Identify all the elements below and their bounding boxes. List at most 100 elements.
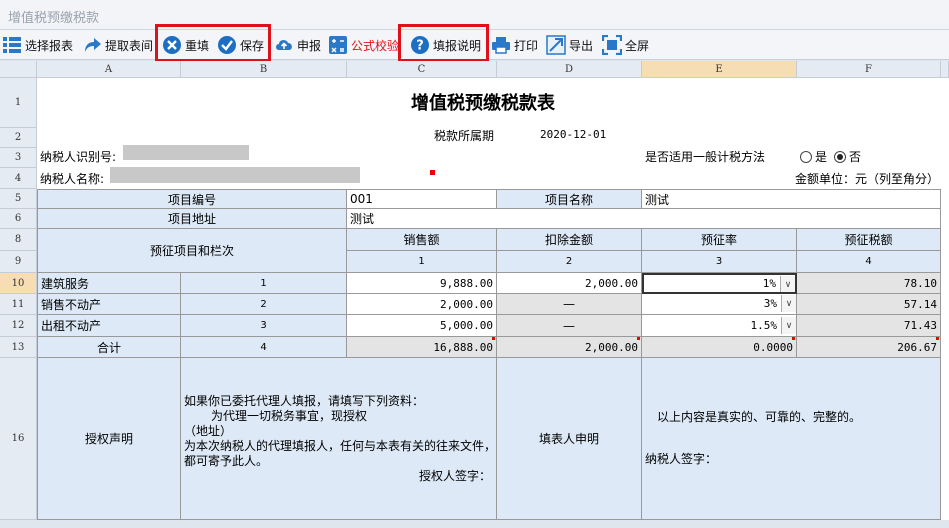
row-header-10[interactable]: 10: [0, 273, 37, 294]
select-form-button[interactable]: 选择报表: [2, 33, 73, 57]
refill-button[interactable]: 重填: [162, 33, 209, 57]
unit-label: 金额单位：元（列至角分）: [795, 172, 940, 186]
taxpayer-id-label: 纳税人识别号:: [40, 150, 117, 164]
project-address-label: 项目地址: [37, 209, 347, 229]
row-header-9[interactable]: 9: [0, 251, 37, 273]
row-header-5[interactable]: 5: [0, 189, 37, 209]
project-no-value[interactable]: 001: [347, 189, 497, 209]
general-method-label: 是否适用一般计税方法: [645, 150, 766, 164]
taxpayer-name-redacted: [110, 167, 360, 183]
rate-construction-value: 1%: [762, 277, 776, 290]
tax-construction: 78.10: [797, 273, 941, 294]
filer-statement-cell: 以上内容是真实的、可靠的、完整的。 纳税人签字：: [642, 358, 941, 520]
filer-label: 填表人申明: [497, 358, 642, 520]
deduct-realestate-rent: —: [497, 315, 642, 337]
total-no: 4: [181, 337, 347, 358]
auth-statement: 如果你已委托代理人填报，请填写下列资料： 为代理一切税务事宜，现授权 （地址） …: [181, 358, 497, 520]
cell-marker: [792, 337, 795, 340]
general-method-radio-no[interactable]: 否: [834, 148, 861, 165]
form-title: 增值税预缴税款表: [411, 93, 555, 114]
chevron-down-icon[interactable]: ∨: [780, 276, 795, 292]
declare-label: 申报: [297, 38, 322, 53]
total-label: 合计: [37, 337, 181, 358]
general-method-radio-yes[interactable]: 是: [800, 148, 827, 165]
formula-check-label: 公式校验: [351, 38, 400, 53]
chevron-down-icon[interactable]: ∨: [781, 317, 796, 334]
project-name-value[interactable]: 测试: [642, 189, 941, 209]
toolbar: 选择报表 提取表间 重填 保存 申报 公式校验 ? 填报说明 打印 导出 全屏: [0, 24, 949, 62]
list-icon: [3, 37, 21, 53]
cell-marker: [637, 337, 640, 340]
column-header-d[interactable]: D: [497, 61, 642, 78]
row-header-13[interactable]: 13: [0, 337, 37, 358]
rate-realestate-sale-select[interactable]: 3% ∨: [642, 294, 797, 315]
col-tax-header: 预征税额: [797, 229, 941, 251]
auth-label: 授权声明: [37, 358, 181, 520]
column-header-a[interactable]: A: [37, 61, 181, 78]
item-no-realestate-sale: 2: [181, 294, 347, 315]
item-name-realestate-sale: 销售不动产: [37, 294, 181, 315]
formula-check-button[interactable]: 公式校验: [328, 33, 399, 57]
sales-realestate-rent-input[interactable]: 5,000.00: [347, 315, 497, 337]
rate-construction-select[interactable]: 1% ∨: [642, 273, 797, 294]
fill-guide-label: 填报说明: [433, 38, 482, 53]
svg-text:?: ?: [416, 39, 424, 54]
column-header-e[interactable]: E: [642, 61, 797, 78]
column-header-b[interactable]: B: [181, 61, 347, 78]
item-no-realestate-rent: 3: [181, 315, 347, 337]
spreadsheet-grid: A B C D E F 1 2 3 4 5 6 8 9 10 11 12 13 …: [0, 61, 949, 528]
auth-line-2: 为代理一切税务事宜，现授权: [211, 409, 368, 423]
col-deduct-header: 扣除金额: [497, 229, 642, 251]
declare-button[interactable]: 申报: [274, 33, 321, 57]
fullscreen-label: 全屏: [625, 38, 650, 53]
row-header-11[interactable]: 11: [0, 294, 37, 315]
column-header-c[interactable]: C: [347, 61, 497, 78]
row-header-12[interactable]: 12: [0, 315, 37, 337]
radio-yes-label: 是: [815, 150, 828, 164]
row-header-8[interactable]: 8: [0, 229, 37, 251]
cell-marker: [936, 337, 939, 340]
save-button[interactable]: 保存: [217, 33, 264, 57]
export-button[interactable]: 导出: [546, 33, 593, 57]
calculator-icon: [329, 36, 347, 54]
radio-no-label: 否: [849, 150, 862, 164]
column-header-f[interactable]: F: [797, 61, 941, 78]
rate-realestate-sale-value: 3%: [763, 297, 777, 310]
period-value[interactable]: 2020-12-01: [540, 128, 606, 141]
row-header-4[interactable]: 4: [0, 168, 37, 189]
rate-realestate-rent-select[interactable]: 1.5% ∨: [642, 315, 797, 337]
print-button[interactable]: 打印: [491, 33, 538, 57]
printer-icon: [492, 37, 510, 54]
deduct-construction-input[interactable]: 2,000.00: [497, 273, 642, 294]
cell-marker: [430, 170, 435, 175]
auth-line-1: 如果你已委托代理人填报，请填写下列资料：: [184, 394, 425, 408]
row-header-3[interactable]: 3: [0, 148, 37, 168]
row-header-6[interactable]: 6: [0, 209, 37, 229]
export-label: 导出: [569, 38, 594, 53]
sales-construction-input[interactable]: 9,888.00: [347, 273, 497, 294]
sales-realestate-sale-input[interactable]: 2,000.00: [347, 294, 497, 315]
share-arrow-icon: [85, 38, 101, 52]
corner-select-all[interactable]: [0, 61, 37, 78]
print-label: 打印: [514, 38, 539, 53]
save-label: 保存: [240, 38, 265, 53]
fill-guide-button[interactable]: ? 填报说明: [410, 33, 481, 57]
window-title: 增值税预缴税款: [8, 11, 100, 26]
fullscreen-button[interactable]: 全屏: [602, 33, 649, 57]
project-address-value[interactable]: 测试: [347, 209, 941, 229]
row-header-2[interactable]: 2: [0, 128, 37, 148]
period-label: 税款所属期: [434, 129, 495, 143]
select-form-label: 选择报表: [25, 38, 74, 53]
project-no-label: 项目编号: [37, 189, 347, 209]
auth-line-5: 都可寄予此人。: [184, 454, 269, 468]
chevron-down-icon[interactable]: ∨: [781, 295, 796, 312]
row-header-1[interactable]: 1: [0, 78, 37, 128]
total-sales: 16,888.00: [347, 337, 497, 358]
item-no-construction: 1: [181, 273, 347, 294]
column-header-filler: [941, 61, 949, 78]
auth-line-3: （地址）: [184, 424, 233, 438]
row-header-16[interactable]: 16: [0, 358, 37, 520]
fetch-form-button[interactable]: 提取表间: [82, 33, 153, 57]
total-deduct: 2,000.00: [497, 337, 642, 358]
radio-yes-icon: [800, 150, 812, 163]
